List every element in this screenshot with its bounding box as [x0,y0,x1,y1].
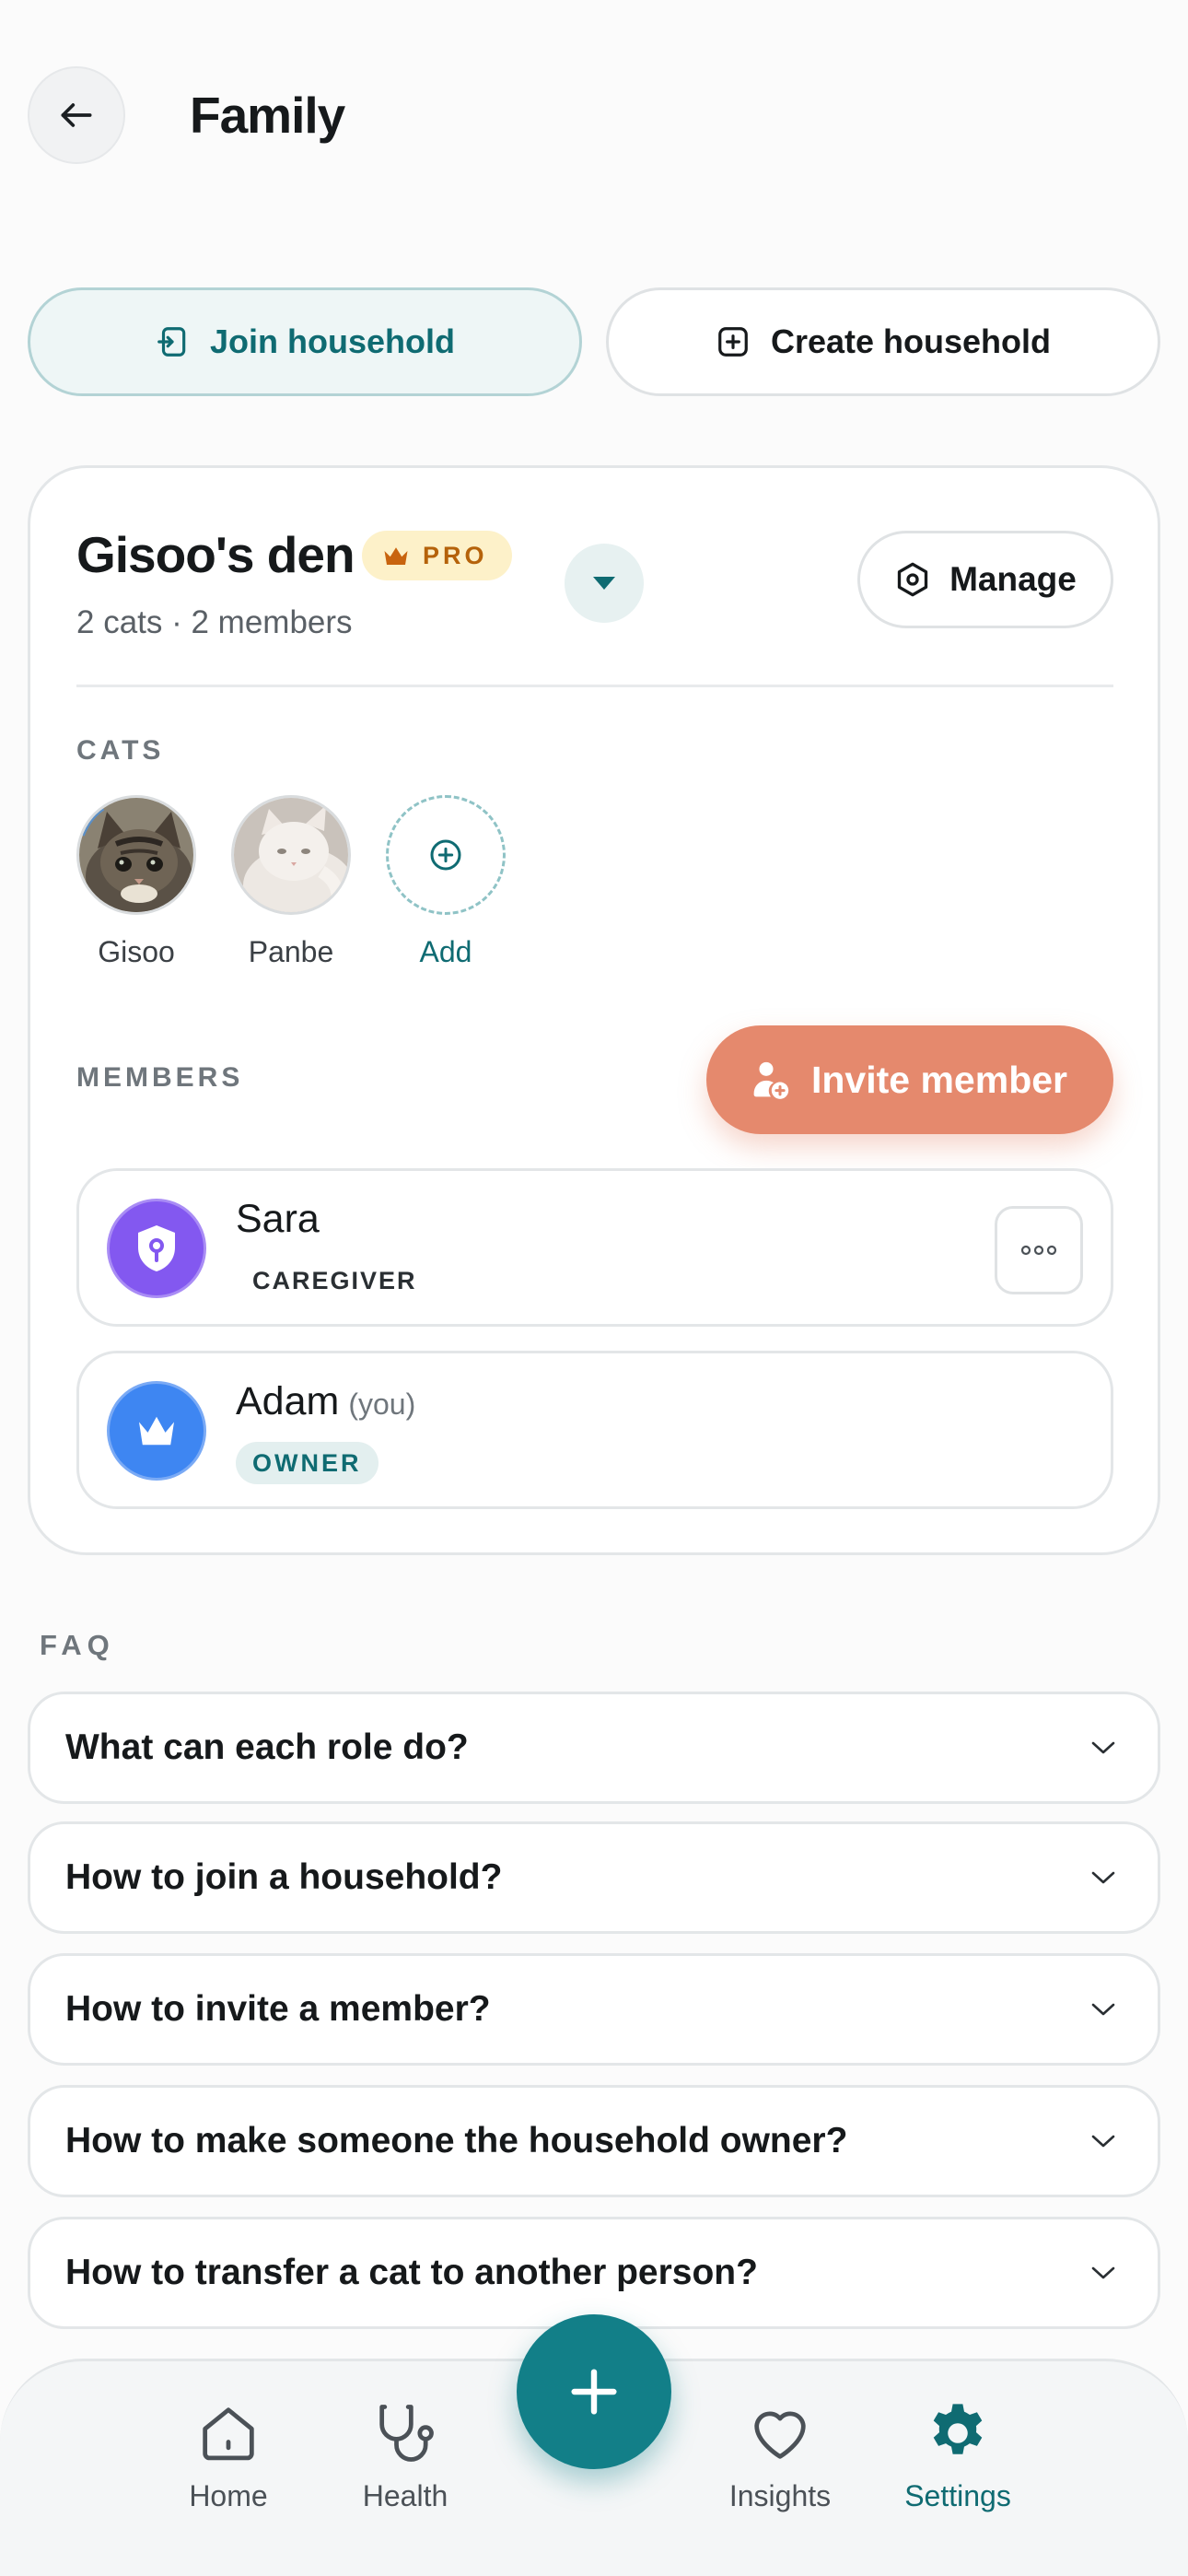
shield-icon [138,1225,175,1271]
join-household-label: Join household [210,322,455,360]
page-title: Family [190,87,345,144]
faq-item[interactable]: How to join a household? [28,1821,1160,1934]
caret-down-icon [593,577,615,590]
join-household-button[interactable]: Join household [28,287,582,396]
household-card: Gisoo's den PRO 2 cats · 2 members Manag… [28,465,1160,1555]
create-household-label: Create household [770,322,1052,360]
faq-item[interactable]: How to invite a member? [28,1953,1160,2066]
plus-circle-icon [430,839,461,871]
member-options-button[interactable] [995,1206,1083,1294]
cats-section-label: CATS [76,735,165,766]
chevron-down-icon [1091,2266,1115,2279]
chevron-down-icon [1091,2003,1115,2016]
nav-insights[interactable]: Insights [706,2398,854,2513]
member-you-label: (you) [348,1388,416,1421]
add-cat-circle [386,795,506,915]
faq-item[interactable]: How to transfer a cat to another person? [28,2217,1160,2329]
add-cat-button[interactable]: Add [386,795,506,969]
plus-icon [571,2369,617,2415]
member-card[interactable]: Adam (you) OWNER [76,1351,1113,1509]
member-name: Sara [236,1197,320,1241]
cat-avatar-gisoo [76,795,196,915]
household-actions: Join household Create household [28,287,1160,396]
heart-icon [754,2411,806,2459]
nav-home[interactable]: Home [155,2398,302,2513]
household-switcher-button[interactable] [565,544,644,623]
pro-badge-label: PRO [423,541,488,569]
cat-item[interactable]: Panbe [231,795,351,969]
member-name: Adam (you) [236,1379,415,1424]
nav-health-label: Health [362,2479,448,2512]
divider [76,685,1113,687]
member-role-badge: CAREGIVER [252,1266,417,1294]
manage-label: Manage [949,560,1077,598]
nav-settings[interactable]: Settings [884,2398,1031,2513]
pro-badge: PRO [362,531,512,580]
header: Family [28,66,345,164]
plus-square-icon [718,327,748,357]
faq-item[interactable]: How to make someone the household owner? [28,2085,1160,2197]
chevron-down-icon [1091,1741,1115,1754]
faq-item[interactable]: What can each role do? [28,1692,1160,1804]
member-name-text: Adam [236,1379,340,1423]
chevron-down-icon [1091,2135,1115,2148]
cats-list: Gisoo Panbe Add [76,795,506,969]
faq-section-label: FAQ [40,1629,115,1661]
member-card[interactable]: Sara CAREGIVER [76,1168,1113,1327]
member-avatar [107,1381,206,1481]
cat-avatar-panbe [231,795,351,915]
manage-button[interactable]: Manage [857,531,1113,628]
chevron-down-icon [1091,1871,1115,1884]
faq-question: How to make someone the household owner? [65,2121,848,2160]
members-section-label: MEMBERS [76,1062,244,1093]
invite-member-button[interactable]: Invite member [706,1025,1113,1134]
add-cat-label: Add [419,935,472,968]
back-button[interactable] [28,66,125,164]
cat-item[interactable]: Gisoo [76,795,196,969]
nav-health[interactable]: Health [332,2398,479,2513]
household-header: Gisoo's den PRO 2 cats · 2 members Manag… [76,525,1113,654]
stethoscope-icon [379,2405,434,2462]
arrow-left-icon [61,103,92,127]
add-fab-button[interactable] [517,2314,671,2469]
create-household-button[interactable]: Create household [606,287,1160,396]
nav-insights-label: Insights [728,2479,832,2512]
gear-icon [933,2404,983,2454]
user-plus-icon [753,1061,789,1099]
member-role-badge: OWNER [236,1442,379,1484]
faq-question: How to transfer a cat to another person? [65,2253,758,2292]
home-icon [203,2407,254,2461]
member-avatar [107,1199,206,1298]
crown-icon [384,547,408,565]
household-summary: 2 cats · 2 members [76,604,353,640]
faq-question: How to invite a member? [65,1989,491,2029]
invite-member-label: Invite member [811,1058,1067,1101]
more-icon [1020,1245,1057,1256]
cat-name: Panbe [248,935,334,968]
nav-settings-label: Settings [904,2479,1011,2512]
join-icon [157,327,186,357]
household-name: Gisoo's den [76,526,355,583]
settings-hexagon-icon [897,562,928,597]
faq-question: What can each role do? [65,1727,469,1767]
crown-icon [139,1416,174,1446]
cat-name: Gisoo [98,935,175,968]
faq-question: How to join a household? [65,1857,503,1897]
nav-home-label: Home [189,2479,268,2512]
